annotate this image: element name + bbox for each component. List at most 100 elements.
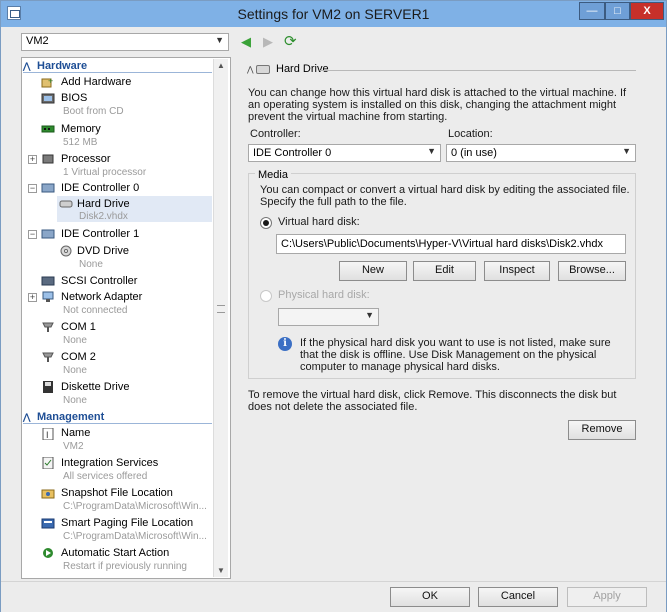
sidebar-item-snapshot-file-location-detail: C:\ProgramData\Microsoft\Win...: [63, 501, 207, 512]
com-port-icon: [41, 321, 55, 333]
sidebar-item-dvd-drive-detail: None: [79, 259, 103, 270]
tree-scrollbar[interactable]: ▲ ▼: [213, 59, 228, 577]
hard-drive-icon: [59, 198, 73, 210]
sidebar-item-ide-controller-1[interactable]: IDE Controller 1: [61, 228, 139, 240]
close-button[interactable]: X: [630, 2, 664, 20]
sidebar-item-scsi-controller[interactable]: SCSI Controller: [61, 275, 137, 287]
ide-controller-icon: [41, 228, 55, 240]
hard-drive-icon: [256, 65, 270, 74]
management-header[interactable]: ⋀ Management: [23, 411, 104, 423]
maximize-button[interactable]: □: [605, 2, 630, 20]
location-select[interactable]: 0 (in use) ▼: [446, 144, 636, 162]
dvd-drive-icon: [59, 245, 73, 257]
edit-button[interactable]: Edit: [413, 261, 476, 281]
title-bar: Settings for VM2 on SERVER1 — □ X: [1, 1, 666, 27]
sidebar-item-memory-detail: 512 MB: [63, 137, 98, 148]
chevron-down-icon: ▼: [622, 146, 631, 156]
collapse-icon[interactable]: ⋀: [247, 65, 254, 74]
refresh-icon[interactable]: ⟳: [284, 32, 297, 50]
sidebar-item-bios[interactable]: BIOS: [61, 92, 87, 104]
settings-window: Settings for VM2 on SERVER1 — □ X VM2 ▼ …: [0, 0, 667, 612]
sidebar-item-snapshot-file-location[interactable]: Snapshot File Location: [61, 487, 173, 499]
controller-select[interactable]: IDE Controller 0 ▼: [248, 144, 441, 162]
sidebar-item-processor-detail: 1 Virtual processor: [63, 167, 147, 178]
location-select-value: 0 (in use): [451, 147, 497, 159]
sidebar-item-integration-services-detail: All services offered: [63, 471, 148, 482]
collapse-tree-icon[interactable]: −: [28, 184, 37, 193]
sidebar-item-com1[interactable]: COM 1: [61, 321, 96, 333]
remove-button[interactable]: Remove: [568, 420, 636, 440]
com-port-icon: [41, 351, 55, 363]
sidebar-item-automatic-start-action[interactable]: Automatic Start Action: [61, 547, 169, 559]
vm-select-value: VM2: [26, 35, 49, 47]
integration-services-icon: [41, 456, 55, 470]
ok-button[interactable]: OK: [390, 587, 470, 607]
new-button[interactable]: New: [339, 261, 407, 281]
sidebar-item-add-hardware[interactable]: Add Hardware: [61, 76, 131, 88]
memory-icon: [41, 123, 55, 135]
expand-icon[interactable]: +: [28, 293, 37, 302]
sidebar-item-memory[interactable]: Memory: [61, 123, 101, 135]
physical-disk-select[interactable]: ▼: [278, 308, 379, 326]
sidebar-item-diskette-drive[interactable]: Diskette Drive: [61, 381, 129, 393]
physical-disk-label: Physical hard disk:: [278, 289, 370, 301]
panel-title-divider: [320, 70, 636, 71]
hardware-divider: [23, 72, 212, 73]
sidebar-item-name[interactable]: Name: [61, 427, 90, 439]
virtual-disk-radio[interactable]: [260, 217, 272, 229]
vm-select[interactable]: VM2 ▼: [21, 33, 229, 51]
bios-icon: [41, 92, 55, 104]
network-adapter-icon: [41, 291, 55, 303]
scroll-grip[interactable]: [217, 305, 225, 313]
chevron-down-icon: ▼: [427, 146, 436, 156]
svg-text:+: +: [48, 76, 53, 86]
sidebar-item-smart-paging-file-location[interactable]: Smart Paging File Location: [61, 517, 193, 529]
chevron-down-icon: ▼: [215, 35, 224, 45]
virtual-disk-path-input[interactable]: C:\Users\Public\Documents\Hyper-V\Virtua…: [276, 234, 626, 254]
scroll-up-icon[interactable]: ▲: [214, 61, 228, 70]
sidebar-item-com2-detail: None: [63, 365, 87, 376]
inspect-button[interactable]: Inspect: [484, 261, 550, 281]
controller-label: Controller:: [250, 128, 301, 140]
window-title: Settings for VM2 on SERVER1: [237, 6, 430, 22]
sidebar-item-com2[interactable]: COM 2: [61, 351, 96, 363]
scroll-down-icon[interactable]: ▼: [214, 566, 228, 575]
processor-icon: [41, 153, 55, 165]
info-icon: i: [278, 337, 292, 351]
apply-button[interactable]: Apply: [567, 587, 647, 607]
panel-description: You can change how this virtual hard dis…: [248, 87, 627, 123]
add-hardware-icon: +: [41, 76, 55, 88]
sidebar-item-automatic-start-action-detail: Restart if previously running: [63, 561, 187, 572]
forward-arrow-icon[interactable]: ▶: [263, 34, 273, 50]
browse-button[interactable]: Browse...: [558, 261, 626, 281]
sidebar-item-hard-drive-detail: Disk2.vhdx: [79, 211, 128, 222]
sidebar-item-smart-paging-file-location-detail: C:\ProgramData\Microsoft\Win...: [63, 531, 207, 542]
scsi-controller-icon: [41, 275, 55, 287]
sidebar-item-integration-services[interactable]: Integration Services: [61, 457, 158, 469]
sidebar-item-network-adapter[interactable]: Network Adapter: [61, 291, 142, 303]
minimize-button[interactable]: —: [579, 2, 605, 20]
virtual-disk-label: Virtual hard disk:: [278, 216, 360, 228]
sidebar-item-dvd-drive[interactable]: DVD Drive: [77, 245, 129, 257]
sidebar-item-hard-drive[interactable]: Hard Drive: [77, 198, 130, 210]
collapse-tree-icon[interactable]: −: [28, 230, 37, 239]
hardware-header[interactable]: ⋀ Hardware: [23, 60, 87, 72]
panel-title: Hard Drive: [276, 63, 329, 75]
chevron-down-icon: ▼: [365, 310, 374, 320]
snapshot-folder-icon: [41, 487, 55, 499]
diskette-icon: [41, 381, 55, 393]
sidebar-item-name-detail: VM2: [63, 441, 84, 452]
sidebar-item-network-adapter-detail: Not connected: [63, 305, 128, 316]
cancel-button[interactable]: Cancel: [478, 587, 558, 607]
back-arrow-icon[interactable]: ◀: [241, 34, 251, 50]
collapse-icon: ⋀: [23, 412, 31, 422]
expand-icon[interactable]: +: [28, 155, 37, 164]
ide-controller-icon: [41, 182, 55, 194]
sidebar-item-ide-controller-0[interactable]: IDE Controller 0: [61, 182, 139, 194]
physical-disk-info: If the physical hard disk you want to us…: [300, 337, 611, 373]
sidebar-item-diskette-drive-detail: None: [63, 395, 87, 406]
sidebar-item-processor[interactable]: Processor: [61, 153, 111, 165]
management-divider: [23, 423, 212, 424]
remove-description: To remove the virtual hard disk, click R…: [248, 389, 617, 413]
physical-disk-radio[interactable]: [260, 290, 272, 302]
